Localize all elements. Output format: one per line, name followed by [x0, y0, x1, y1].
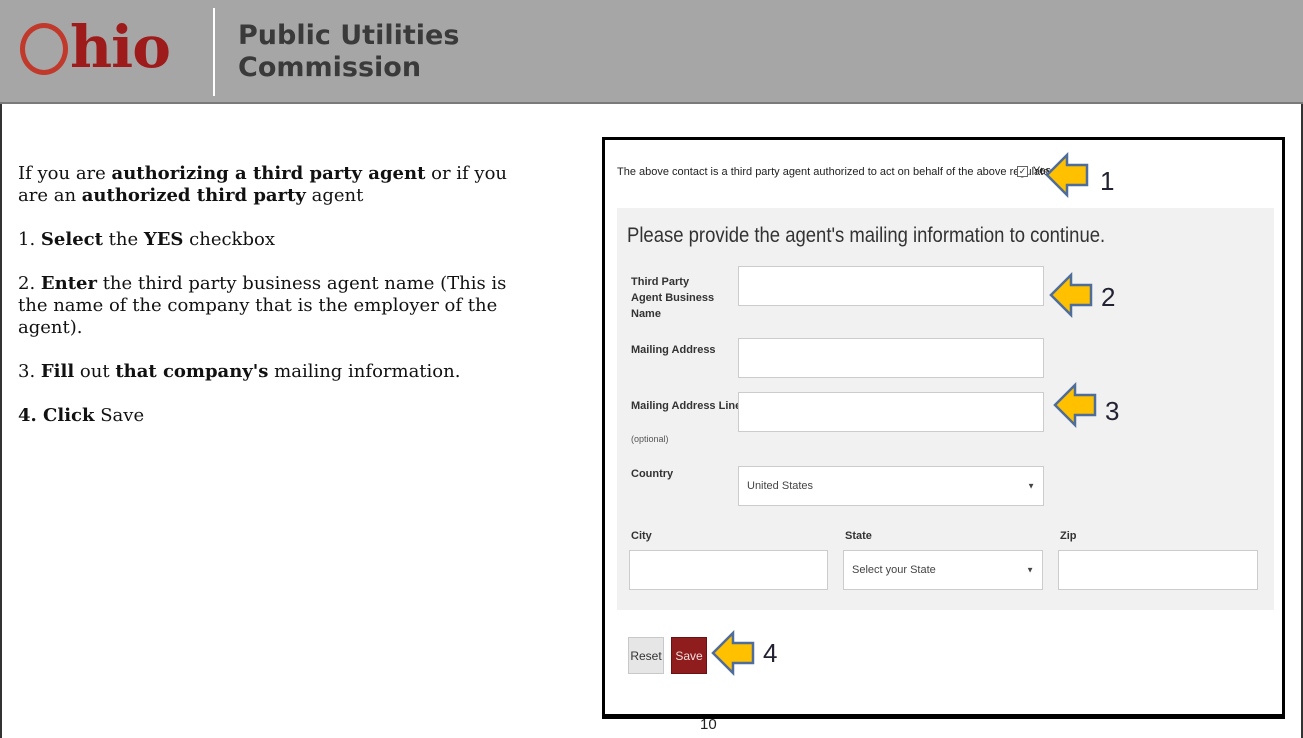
step-4-text-1: Save — [94, 405, 145, 426]
state-label: State — [845, 530, 872, 542]
callout-arrow-1-icon — [1045, 152, 1089, 198]
intro-paragraph: If you are authorizing a third party age… — [18, 163, 518, 207]
city-label: City — [631, 530, 652, 542]
callout-number-3: 3 — [1105, 396, 1120, 426]
city-input[interactable] — [629, 550, 828, 590]
step-2: 2. Enter the third party business agent … — [18, 273, 518, 339]
business-name-label: Third Party Agent Business Name — [631, 276, 715, 320]
optional-label: (optional) — [631, 434, 669, 444]
save-button[interactable]: Save — [671, 637, 707, 674]
logo-divider — [213, 8, 215, 96]
step-3: 3. Fill out that company's mailing infor… — [18, 361, 518, 383]
country-value: United States — [747, 480, 814, 492]
agency-name: Public Utilities Commission — [238, 20, 459, 84]
intro-text-3: agent — [305, 185, 364, 206]
step-1-text-2: checkbox — [183, 229, 275, 250]
step-2-bold-1: Enter — [40, 273, 97, 294]
panel-title: Please provide the agent's mailing infor… — [627, 224, 1106, 247]
step-3-bold-2: that company's — [115, 361, 269, 382]
business-name-input[interactable] — [738, 266, 1044, 306]
page-number: 10 — [700, 716, 717, 733]
ohio-logo: hio — [20, 13, 171, 84]
intro-text-1: If you are — [18, 163, 112, 184]
reset-button[interactable]: Reset — [628, 637, 664, 674]
step-4: 4. Click Save — [18, 405, 518, 427]
agent-mailing-panel: Please provide the agent's mailing infor… — [617, 208, 1274, 610]
country-label: Country — [631, 468, 674, 480]
step-1-bold-1: Select — [40, 229, 103, 250]
step-4-bold-1: 4. Click — [18, 405, 95, 426]
chevron-down-icon: ▼ — [1026, 565, 1034, 575]
step-3-text-2: mailing information. — [268, 361, 461, 382]
mailing-address-label: Mailing Address — [631, 344, 716, 356]
callout-arrow-2-icon — [1049, 272, 1093, 318]
instructions-text: If you are authorizing a third party age… — [18, 163, 518, 449]
step-1: 1. Select the YES checkbox — [18, 229, 518, 251]
chevron-down-icon: ▼ — [1027, 481, 1035, 491]
agency-line-1: Public Utilities — [238, 20, 460, 51]
form-screenshot: The above contact is a third party agent… — [602, 137, 1285, 719]
callout-number-1: 1 — [1100, 166, 1115, 196]
step-2-num: 2. — [18, 273, 41, 294]
callout-arrow-4-icon — [711, 630, 755, 676]
mailing-address-2-label: Mailing Address Line 2 — [631, 400, 751, 412]
state-select[interactable]: Select your State ▼ — [843, 550, 1043, 590]
mailing-address-2-input[interactable] — [738, 392, 1044, 432]
country-select[interactable]: United States ▼ — [738, 466, 1044, 506]
step-1-bold-2: YES — [143, 229, 184, 250]
yes-checkbox[interactable]: ✓ — [1017, 165, 1028, 177]
header-banner: hio Public Utilities Commission — [0, 0, 1303, 104]
intro-bold-1: authorizing a third party agent — [111, 163, 426, 184]
step-1-text-1: the — [102, 229, 144, 250]
mailing-address-input[interactable] — [738, 338, 1044, 378]
callout-number-2: 2 — [1101, 282, 1116, 312]
callout-arrow-3-icon — [1053, 382, 1097, 428]
callout-number-4: 4 — [763, 638, 778, 668]
step-3-num: 3. — [18, 361, 41, 382]
intro-bold-2: authorized third party — [81, 185, 306, 206]
step-3-bold-1: Fill — [40, 361, 75, 382]
state-placeholder: Select your State — [852, 564, 936, 576]
contact-statement: The above contact is a third party agent… — [617, 166, 1085, 178]
agency-line-2: Commission — [238, 52, 422, 83]
logo-o-ring — [20, 23, 68, 75]
zip-input[interactable] — [1058, 550, 1258, 590]
step-1-num: 1. — [18, 229, 41, 250]
logo-text: hio — [70, 13, 171, 81]
step-3-text-1: out — [74, 361, 116, 382]
zip-label: Zip — [1060, 530, 1077, 542]
